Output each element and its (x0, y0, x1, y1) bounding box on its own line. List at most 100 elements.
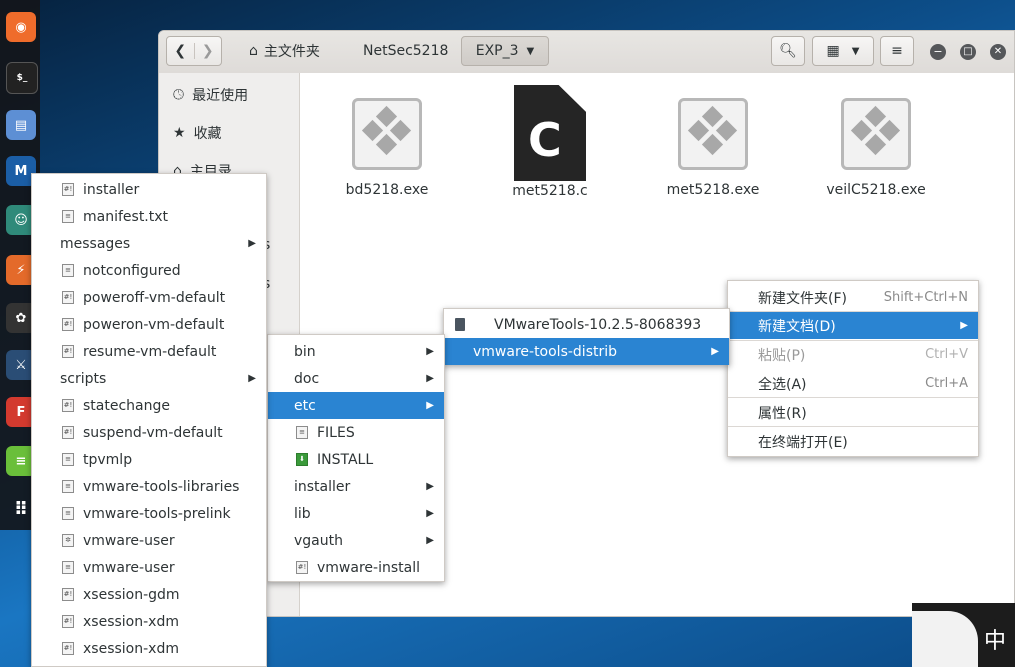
menu-item[interactable]: etc ▶ (268, 392, 444, 419)
menu-item-label: notconfigured (83, 262, 181, 279)
sidebar-item-label: 收藏 (193, 126, 222, 142)
menu-item-label: statechange (83, 397, 170, 414)
minimize-icon[interactable]: − (930, 44, 946, 60)
menu-item[interactable]: ≡ vmware-tools-prelink (32, 500, 266, 527)
script-file-icon: #! (296, 561, 308, 574)
maximize-icon[interactable]: □ (960, 44, 976, 60)
menu-item-label: installer (294, 478, 351, 495)
menu-item[interactable]: ≡ vmware-user (32, 554, 266, 581)
new-folder-item[interactable]: 新建文件夹(F) Shift+Ctrl+N (728, 284, 978, 311)
file-name: veilC5218.exe (826, 182, 926, 198)
menu-item[interactable]: ≡ vmware-tools-libraries (32, 473, 266, 500)
menu-item[interactable]: bin ▶ (268, 338, 444, 365)
files-icon[interactable]: ▤ (6, 110, 36, 140)
text-file-icon: ≡ (62, 264, 74, 277)
menu-item[interactable]: vgauth ▶ (268, 527, 444, 554)
ime-indicator[interactable]: 中 (912, 603, 1015, 667)
submenu-arrow-icon: ▶ (248, 238, 256, 249)
menu-item[interactable]: #! xsession-gdm (32, 581, 266, 608)
forward-icon[interactable]: ❯ (195, 43, 222, 59)
back-icon[interactable]: ❮ (167, 43, 195, 59)
properties-item[interactable]: 属性(R) (728, 399, 978, 426)
menu-item[interactable]: ≡ manifest.txt (32, 203, 266, 230)
menu-item[interactable]: ≡ tpvmlp (32, 446, 266, 473)
install-icon: ⬇ (296, 453, 308, 466)
menu-item[interactable]: #! poweroff-vm-default (32, 284, 266, 311)
menu-item-label: manifest.txt (83, 208, 169, 225)
menu-item-label: FILES (317, 424, 355, 441)
view-options-button[interactable]: ▦ ▼ (812, 36, 874, 66)
clock-icon: 🕓︎ (173, 87, 185, 103)
file-name: met5218.exe (666, 182, 760, 198)
submenu-arrow-icon: ▶ (711, 346, 719, 357)
menu-item[interactable]: ≡ notconfigured (32, 257, 266, 284)
menu-item[interactable]: messages ▶ (32, 230, 266, 257)
headerbar: ❮ ❯ ⌂ 主文件夹 NetSec5218 EXP_3 ▼ 🔍︎ ▦ ▼ ≡ −… (159, 31, 1014, 74)
terminal-icon[interactable]: $_ (6, 62, 38, 94)
new-document-item[interactable]: 新建文档(D) ▶ (728, 312, 978, 339)
shortcut-label: Ctrl+A (925, 376, 968, 391)
menu-item[interactable]: ✲ vmware-user (32, 527, 266, 554)
menu-button[interactable]: ≡ (880, 36, 914, 66)
text-file-icon: ≡ (62, 480, 74, 493)
breadcrumb-home[interactable]: ⌂ 主文件夹 (249, 36, 320, 66)
script-file-icon: #! (62, 426, 74, 439)
open-terminal-item[interactable]: 在终端打开(E) (728, 428, 978, 455)
menu-item[interactable]: #! resume-vm-default (32, 338, 266, 365)
menu-item[interactable]: #! installer (32, 176, 266, 203)
menu-item[interactable]: #! suspend-vm-default (32, 419, 266, 446)
script-file-icon: #! (62, 183, 74, 196)
submenu-arrow-icon: ▶ (426, 508, 434, 519)
menu-item[interactable]: installer ▶ (268, 473, 444, 500)
menu-item[interactable]: scripts ▶ (32, 365, 266, 392)
menu-item-label: 新建文件夹(F) (758, 290, 847, 307)
menu-item[interactable]: #! statechange (32, 392, 266, 419)
nav-buttons: ❮ ❯ (166, 36, 222, 66)
menu-item[interactable]: ⬇ INSTALL (268, 446, 444, 473)
file-item[interactable]: met5218.exe (648, 98, 778, 198)
menu-item-label: poweroff-vm-default (83, 289, 226, 306)
home-icon: ⌂ (249, 43, 258, 59)
text-file-icon: ≡ (62, 561, 74, 574)
file-item[interactable]: bd5218.exe (322, 98, 452, 198)
menu-item-label: xsession-gdm (83, 586, 180, 603)
menu-item[interactable]: ≡ FILES (268, 419, 444, 446)
file-item[interactable]: veilC5218.exe (811, 98, 941, 198)
script-file-icon: #! (62, 318, 74, 331)
archive-icon (455, 318, 465, 331)
chevron-down-icon: ▼ (526, 45, 535, 57)
menu-item[interactable]: #! poweron-vm-default (32, 311, 266, 338)
breadcrumb-folder[interactable]: NetSec5218 (363, 36, 448, 66)
firefox-icon[interactable]: ◉ (6, 12, 36, 42)
menu-item-label: bin (294, 343, 316, 360)
sidebar-item-recent[interactable]: 🕓︎ 最近使用 (173, 85, 248, 105)
c-source-icon: C (514, 85, 586, 181)
menu-item[interactable]: #! vmware-install (268, 554, 444, 581)
menu-item[interactable]: vmware-tools-distrib ▶ (444, 338, 729, 365)
file-item[interactable]: C met5218.c (485, 85, 615, 199)
menu-item[interactable]: #! xsession-xdm (32, 608, 266, 635)
close-icon[interactable]: ✕ (990, 44, 1006, 60)
menu-item[interactable]: doc ▶ (268, 365, 444, 392)
chevron-down-icon: ▼ (851, 45, 860, 57)
sidebar-item-starred[interactable]: ★ 收藏 (173, 123, 222, 143)
paste-item[interactable]: 粘贴(P) Ctrl+V (728, 341, 978, 368)
menu-item-label: xsession-xdm (83, 640, 179, 657)
menu-item[interactable]: VMwareTools-10.2.5-8068393 (444, 311, 729, 338)
breadcrumb-home-label: 主文件夹 (263, 44, 320, 60)
text-file-icon: ≡ (62, 210, 74, 223)
menu-item-label: xsession-xdm (83, 613, 179, 630)
hamburger-icon: ≡ (891, 43, 903, 59)
submenu-arrow-icon: ▶ (960, 320, 968, 331)
star-icon: ★ (173, 125, 186, 141)
menu-item-label: scripts (60, 370, 107, 387)
menu-item-label: installer (83, 181, 140, 198)
menu-item[interactable]: #! xsession-xdm (32, 635, 266, 662)
file-name: bd5218.exe (345, 182, 429, 198)
script-file-icon: #! (62, 615, 74, 628)
breadcrumb-current[interactable]: EXP_3 ▼ (461, 36, 549, 66)
search-button[interactable]: 🔍︎ (771, 36, 805, 66)
select-all-item[interactable]: 全选(A) Ctrl+A (728, 370, 978, 397)
script-file-icon: #! (62, 588, 74, 601)
menu-item[interactable]: lib ▶ (268, 500, 444, 527)
